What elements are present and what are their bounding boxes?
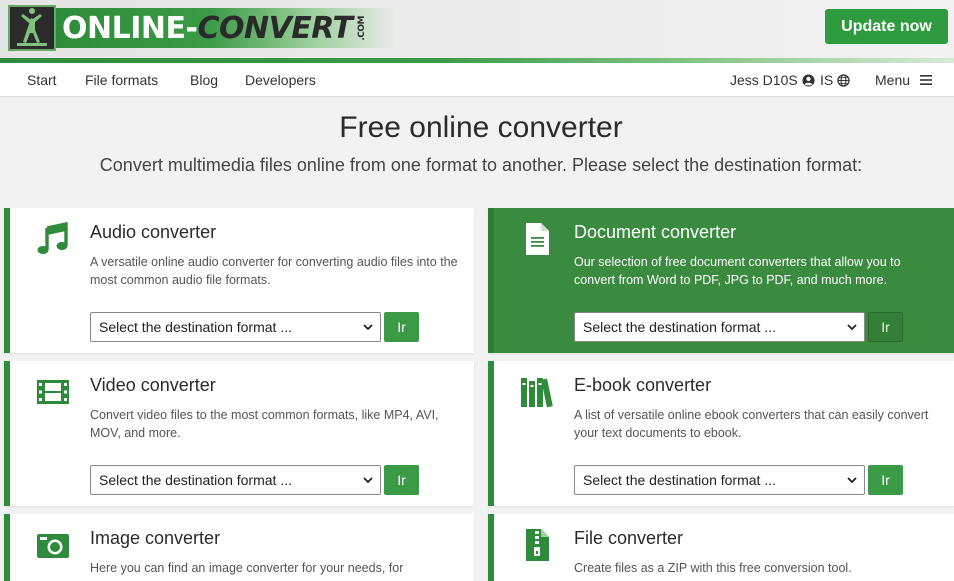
logo-online-text: ONLINE bbox=[62, 10, 186, 46]
zip-file-icon bbox=[526, 529, 549, 561]
chevron-down-icon bbox=[847, 324, 857, 331]
user-account-link[interactable]: Jess D10S bbox=[730, 72, 815, 88]
nav-blog[interactable]: Blog bbox=[190, 72, 218, 88]
user-circle-icon bbox=[802, 73, 815, 87]
chevron-down-icon bbox=[363, 477, 373, 484]
logo[interactable]: ONLINE - CONVERT .COM bbox=[8, 5, 396, 51]
camera-icon bbox=[37, 534, 69, 558]
ebook-card-description: A list of versatile online ebook convert… bbox=[574, 408, 929, 440]
main-nav: Start File formats Blog Developers Jess … bbox=[0, 63, 954, 97]
ebook-select-value: Select the destination format ... bbox=[583, 472, 776, 488]
file-card-title: File converter bbox=[574, 528, 684, 548]
ebook-converter-card: E-book converter A list of versatile onl… bbox=[488, 361, 954, 506]
menu-button[interactable]: Menu bbox=[875, 72, 934, 88]
audio-card-title: Audio converter bbox=[90, 222, 217, 242]
video-select-value: Select the destination format ... bbox=[99, 472, 292, 488]
file-card-description: Create files as a ZIP with this free con… bbox=[574, 561, 852, 575]
document-select-value: Select the destination format ... bbox=[583, 319, 776, 335]
document-card-title: Document converter bbox=[574, 222, 737, 242]
page-title: Free online converter bbox=[339, 111, 623, 144]
music-note-icon bbox=[37, 222, 68, 254]
image-converter-card: Image converter Here you can find an ima… bbox=[4, 514, 474, 581]
film-icon bbox=[37, 380, 69, 404]
audio-card-description: A versatile online audio converter for c… bbox=[90, 255, 458, 287]
audio-format-select[interactable]: Select the destination format ... bbox=[90, 312, 381, 342]
update-now-button[interactable]: Update now bbox=[825, 9, 948, 44]
chevron-down-icon bbox=[363, 324, 373, 331]
ebook-card-title: E-book converter bbox=[574, 375, 712, 395]
file-converter-card: File converter Create files as a ZIP wit… bbox=[488, 514, 954, 581]
video-card-description: Convert video files to the most common f… bbox=[90, 408, 439, 440]
audio-select-value: Select the destination format ... bbox=[99, 319, 292, 335]
image-card-title: Image converter bbox=[90, 528, 221, 548]
audio-converter-card: Audio converter A versatile online audio… bbox=[4, 208, 474, 353]
globe-icon bbox=[837, 73, 850, 87]
language-selector[interactable]: IS bbox=[820, 72, 850, 88]
nav-developers[interactable]: Developers bbox=[245, 72, 316, 88]
document-card-description: Our selection of free document converter… bbox=[574, 255, 901, 287]
nav-start[interactable]: Start bbox=[27, 72, 57, 88]
logo-dash-text: - bbox=[185, 10, 198, 46]
document-go-button[interactable]: Ir bbox=[868, 312, 903, 342]
audio-go-button[interactable]: Ir bbox=[384, 312, 419, 342]
logo-figure-icon bbox=[8, 5, 56, 51]
nav-file-formats[interactable]: File formats bbox=[85, 72, 158, 88]
site-header: ONLINE - CONVERT .COM Update now bbox=[0, 0, 954, 63]
ebook-format-select[interactable]: Select the destination format ... bbox=[574, 465, 865, 495]
video-converter-card: Video converter Convert video files to t… bbox=[4, 361, 474, 506]
user-name: Jess D10S bbox=[730, 72, 798, 88]
document-icon bbox=[526, 223, 549, 255]
chevron-down-icon bbox=[847, 477, 857, 484]
language-code: IS bbox=[820, 72, 834, 88]
logo-convert-text: CONVERT bbox=[197, 10, 353, 46]
video-card-title: Video converter bbox=[90, 375, 216, 395]
ebook-go-button[interactable]: Ir bbox=[868, 465, 903, 495]
document-format-select[interactable]: Select the destination format ... bbox=[574, 312, 865, 342]
hamburger-icon bbox=[920, 75, 933, 85]
logo-com-text: .COM bbox=[356, 15, 367, 41]
menu-label: Menu bbox=[875, 72, 911, 88]
document-converter-card: Document converter Our selection of free… bbox=[488, 208, 954, 353]
image-card-description: Here you can find an image converter for… bbox=[90, 561, 404, 575]
video-format-select[interactable]: Select the destination format ... bbox=[90, 465, 381, 495]
page-subtitle: Convert multimedia files online from one… bbox=[99, 155, 863, 175]
books-icon bbox=[521, 378, 553, 408]
video-go-button[interactable]: Ir bbox=[384, 465, 419, 495]
